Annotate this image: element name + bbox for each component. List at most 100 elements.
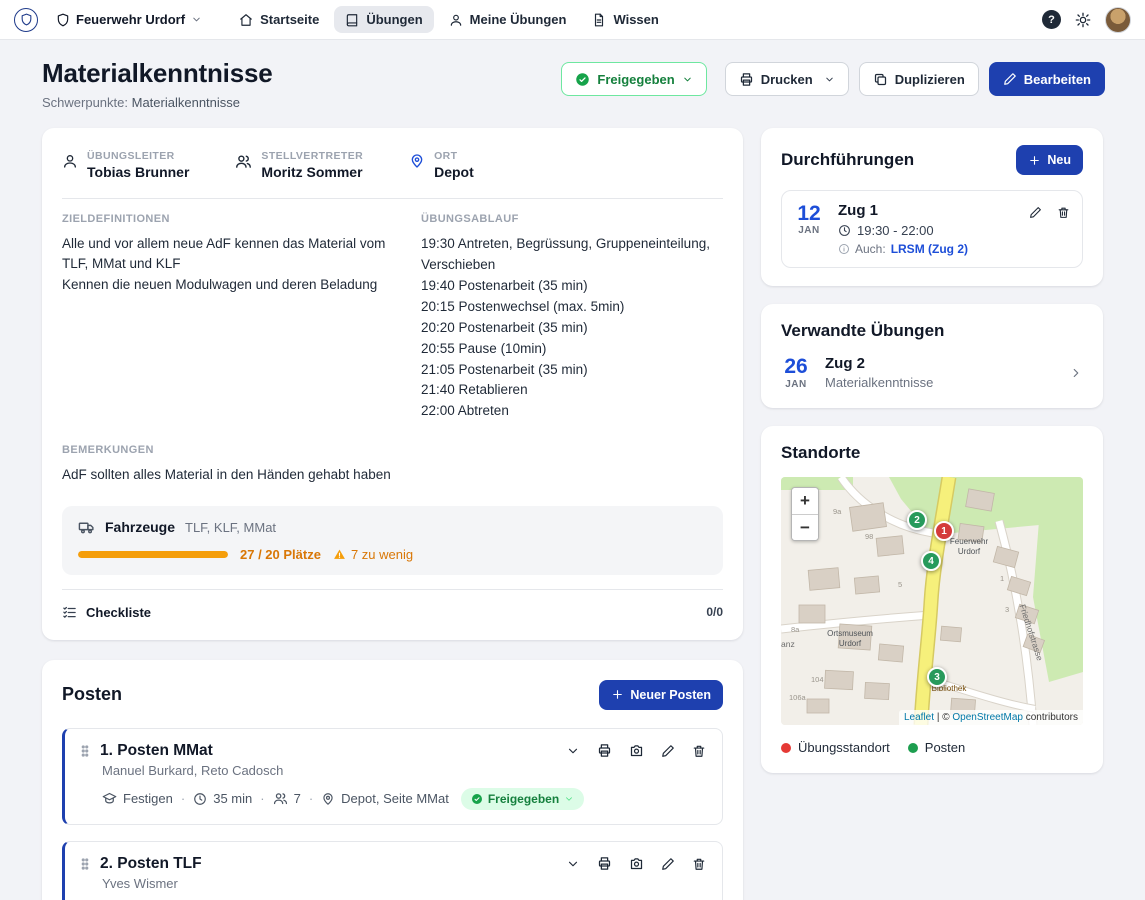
delete-icon[interactable] xyxy=(692,857,706,871)
deputy-label: STELLVERTRETER xyxy=(261,150,363,162)
copy-icon xyxy=(873,72,888,87)
goals-label: ZIELDEFINITIONEN xyxy=(62,213,387,225)
marker-number: 1 xyxy=(941,526,947,537)
print-icon[interactable] xyxy=(597,743,612,758)
leaflet-link[interactable]: Leaflet xyxy=(904,712,934,723)
header-actions: Freigegeben Drucken Duplizieren Bearbeit… xyxy=(561,62,1105,96)
verwandte-item[interactable]: 26 JAN Zug 2 Materialkenntnisse xyxy=(781,355,1083,390)
check-circle-icon xyxy=(575,72,590,87)
home-icon xyxy=(239,13,253,27)
subtitle-value: Materialkenntnisse xyxy=(132,95,240,110)
drag-handle-icon[interactable] xyxy=(78,857,92,871)
verwandte-subtitle: Materialkenntnisse xyxy=(825,375,933,390)
map-marker-posten-3[interactable]: 3 xyxy=(927,667,947,687)
duplicate-label: Duplizieren xyxy=(895,72,965,87)
nav-label: Startseite xyxy=(260,12,319,27)
page-title: Materialkenntnisse xyxy=(42,58,273,89)
marker-number: 2 xyxy=(914,515,920,526)
new-posten-button[interactable]: Neuer Posten xyxy=(599,680,723,710)
info-row: ÜBUNGSLEITER Tobias Brunner STELLVERTRET… xyxy=(62,148,723,184)
collapse-icon[interactable] xyxy=(566,857,580,871)
leader-value: Tobias Brunner xyxy=(87,164,189,180)
workspace-selector[interactable]: Feuerwehr Urdorf xyxy=(48,7,210,32)
shield-logo-icon xyxy=(20,13,33,26)
nav-item-uebungen[interactable]: Übungen xyxy=(334,6,433,33)
posten-status-label: Freigegeben xyxy=(488,792,559,806)
posten-item-2: 2. Posten TLF Yves Wismer xyxy=(62,841,723,900)
warning-text: 7 zu wenig xyxy=(351,547,413,562)
drag-handle-icon[interactable] xyxy=(78,744,92,758)
subtitle-label: Schwerpunkte: xyxy=(42,95,128,110)
exercise-details-card: ÜBUNGSLEITER Tobias Brunner STELLVERTRET… xyxy=(42,128,743,640)
collapse-icon[interactable] xyxy=(566,744,580,758)
also-label: Auch: xyxy=(855,242,886,256)
camera-icon[interactable] xyxy=(629,856,644,871)
theme-toggle-button[interactable] xyxy=(1075,12,1091,28)
clock-icon xyxy=(838,224,851,237)
durchfuehrung-name: Zug 1 xyxy=(838,202,1015,219)
chevron-down-icon[interactable] xyxy=(824,74,835,85)
camera-icon[interactable] xyxy=(629,743,644,758)
capacity-bar xyxy=(78,551,228,558)
standorte-title: Standorte xyxy=(781,443,1083,463)
schedule-line: 19:40 Postenarbeit (35 min) xyxy=(421,276,723,297)
help-button[interactable]: ? xyxy=(1042,10,1061,29)
new-durchfuehrung-label: Neu xyxy=(1047,153,1071,167)
schedule-line: 20:15 Postenwechsel (max. 5min) xyxy=(421,297,723,318)
map-marker-posten-2[interactable]: 2 xyxy=(907,510,927,530)
schedule-line: 21:05 Postenarbeit (35 min) xyxy=(421,360,723,381)
nav-item-wissen[interactable]: Wissen xyxy=(581,6,669,33)
nav-item-startseite[interactable]: Startseite xyxy=(228,6,330,33)
legend-uebungsstandort: Übungsstandort xyxy=(781,740,890,755)
edit-icon[interactable] xyxy=(661,857,675,871)
posten-status-dropdown[interactable]: Freigegeben xyxy=(461,788,584,810)
house-number: 104 xyxy=(811,675,824,684)
delete-icon[interactable] xyxy=(692,744,706,758)
edit-icon[interactable] xyxy=(661,744,675,758)
zoom-out-button[interactable]: − xyxy=(792,514,818,540)
remarks-label: BEMERKUNGEN xyxy=(62,444,723,456)
osm-link[interactable]: OpenStreetMap xyxy=(952,712,1023,723)
location-meta: Depot, Seite MMat xyxy=(321,791,449,806)
print-icon[interactable] xyxy=(597,856,612,871)
edit-icon[interactable] xyxy=(1029,206,1042,219)
count-meta: 7 xyxy=(273,791,301,806)
also-link[interactable]: LRSM (Zug 2) xyxy=(891,242,968,256)
delete-icon[interactable] xyxy=(1057,206,1070,219)
map-marker-uebungsstandort-1[interactable]: 1 xyxy=(934,521,954,541)
vehicles-box: Fahrzeuge TLF, KLF, MMat 27 / 20 Plätze … xyxy=(62,506,723,575)
plus-icon xyxy=(611,688,624,701)
count-label: 7 xyxy=(294,791,301,806)
zoom-in-button[interactable]: + xyxy=(792,488,818,514)
checklist-row[interactable]: Checkliste 0/0 xyxy=(62,589,723,620)
info-leader: ÜBUNGSLEITER Tobias Brunner xyxy=(62,150,189,180)
map[interactable]: Feuerwehr Urdorf Ortsmuseum Urdorf Bibli… xyxy=(781,477,1083,725)
schedule-line: 22:00 Abtreten xyxy=(421,401,723,422)
checklist-icon xyxy=(62,605,77,620)
map-label-fire-station: Feuerwehr Urdorf xyxy=(943,537,995,557)
posten-people: Manuel Burkard, Reto Cadosch xyxy=(102,763,706,778)
red-dot-icon xyxy=(781,743,791,753)
nav-right: ? xyxy=(1042,7,1131,33)
schedule-line: 21:40 Retablieren xyxy=(421,380,723,401)
edit-button[interactable]: Bearbeiten xyxy=(989,62,1105,96)
nav-label: Wissen xyxy=(613,12,658,27)
legend-posten: Posten xyxy=(908,740,965,755)
user-avatar[interactable] xyxy=(1105,7,1131,33)
warning-icon xyxy=(333,548,346,561)
attribution-suffix: contributors xyxy=(1026,712,1078,723)
new-durchfuehrung-button[interactable]: Neu xyxy=(1016,145,1083,175)
print-button[interactable]: Drucken xyxy=(725,62,849,96)
legend-label: Übungsstandort xyxy=(798,740,890,755)
map-marker-posten-4[interactable]: 4 xyxy=(921,551,941,571)
page: Materialkenntnisse Schwerpunkte: Materia… xyxy=(0,40,1145,900)
duplicate-button[interactable]: Duplizieren xyxy=(859,62,979,96)
map-label-library: Bibliothek xyxy=(919,684,979,694)
leader-label: ÜBUNGSLEITER xyxy=(87,150,189,162)
status-dropdown-button[interactable]: Freigegeben xyxy=(561,62,706,96)
nav-items: Startseite Übungen Meine Übungen Wissen xyxy=(228,6,670,33)
help-glyph: ? xyxy=(1048,14,1055,26)
nav-item-meine-uebungen[interactable]: Meine Übungen xyxy=(438,6,578,33)
posten-item-title: 2. Posten TLF xyxy=(100,855,202,873)
goals-section: ZIELDEFINITIONEN Alle und vor allem neue… xyxy=(62,213,387,422)
